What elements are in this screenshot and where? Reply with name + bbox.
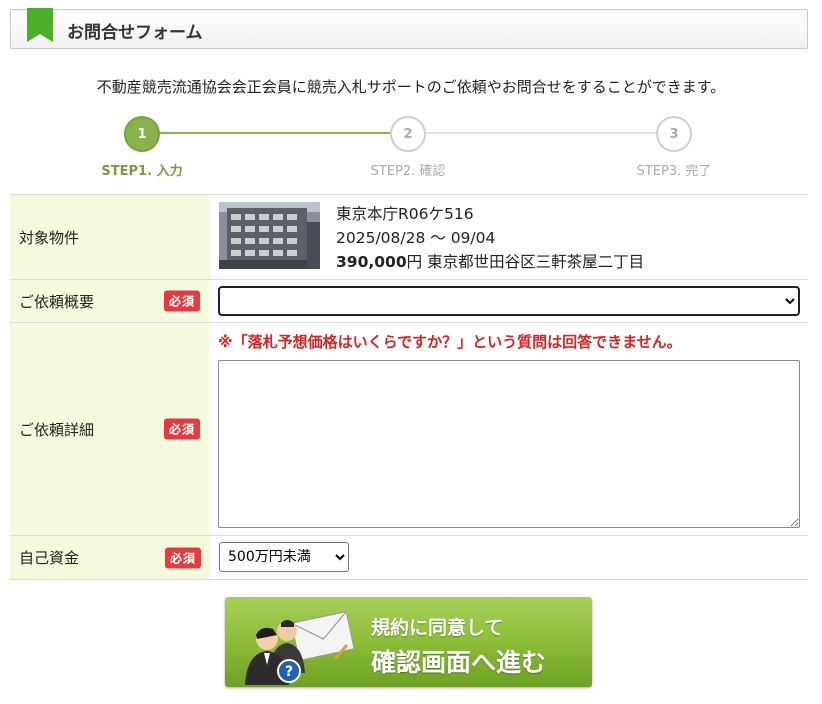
agree-and-confirm-button[interactable]: ? 規約に同意して 確認画面へ進む — [225, 597, 592, 687]
detail-value: ※「落札予想価格はいくらですか？」という質問は回答できません。 — [209, 323, 808, 535]
business-people-mail-icon: ? — [245, 611, 355, 685]
property-label-text: 対象物件 — [19, 228, 80, 247]
summary-label: ご依頼概要 必須 — [10, 280, 209, 322]
intro-text: 不動産競売流通協会会正会員に競売入札サポートのご依頼やお問合せをすることができま… — [96, 78, 726, 96]
funds-row: 自己資金 必須 500万円未満 — [10, 536, 808, 580]
funds-value: 500万円未満 — [210, 536, 808, 579]
property-price-line: 390,000円 東京都世田谷区三軒茶屋二丁目 — [336, 250, 644, 274]
step-connector-done — [143, 132, 408, 134]
summary-value — [209, 280, 808, 322]
property-price: 390,000 — [336, 253, 407, 271]
required-badge: 必須 — [163, 418, 200, 440]
submit-line-2: 確認画面へ進む — [371, 648, 547, 677]
step-3-label: STEP3. 完了 — [636, 164, 712, 179]
submit-line-1: 規約に同意して — [371, 617, 504, 639]
form-title: お問合せフォーム — [67, 23, 203, 43]
summary-label-text: ご依頼概要 — [19, 292, 95, 311]
bookmark-ribbon-icon — [27, 8, 53, 42]
step-1-circle: 1 — [124, 116, 160, 152]
required-badge: 必須 — [163, 290, 200, 312]
form-header: お問合せフォーム — [10, 8, 808, 49]
detail-label: ご依頼詳細 必須 — [10, 323, 209, 535]
property-label: 対象物件 — [10, 195, 210, 279]
summary-select[interactable] — [218, 286, 800, 316]
funds-label: 自己資金 必須 — [10, 536, 210, 579]
property-period: 2025/08/28 〜 09/04 — [336, 229, 496, 247]
property-address: 東京都世田谷区三軒茶屋二丁目 — [427, 253, 645, 271]
property-price-unit: 円 — [406, 253, 423, 271]
property-photo — [219, 202, 320, 269]
property-value: 東京本庁R06ケ516 2025/08/28 〜 09/04 390,000円 … — [210, 195, 808, 279]
funds-label-text: 自己資金 — [19, 549, 80, 567]
summary-row: ご依頼概要 必須 — [10, 280, 808, 323]
step-3-circle: 3 — [656, 116, 692, 152]
step-2-label: STEP2. 確認 — [370, 164, 446, 179]
step-2-circle: 2 — [390, 116, 426, 152]
step-connector-pending — [408, 132, 674, 134]
detail-textarea[interactable] — [218, 360, 800, 528]
step-indicator: 1 2 3 STEP1. 入力 STEP2. 確認 STEP3. 完了 — [0, 114, 822, 184]
property-name: 東京本庁R06ケ516 — [336, 205, 474, 223]
detail-label-text: ご依頼詳細 — [19, 420, 95, 439]
detail-warning: ※「落札予想価格はいくらですか？」という質問は回答できません。 — [218, 333, 682, 351]
svg-text:?: ? — [285, 664, 293, 680]
property-row: 対象物件 東京本庁R06ケ516 2025/08/28 〜 09/04 390,… — [10, 195, 808, 280]
property-details: 東京本庁R06ケ516 2025/08/28 〜 09/04 390,000円 … — [336, 202, 644, 274]
funds-select[interactable]: 500万円未満 — [219, 542, 349, 572]
property-card: 東京本庁R06ケ516 2025/08/28 〜 09/04 390,000円 … — [219, 202, 800, 274]
inquiry-form: 対象物件 東京本庁R06ケ516 2025/08/28 〜 09/04 390,… — [10, 194, 808, 580]
detail-row: ご依頼詳細 必須 ※「落札予想価格はいくらですか？」という質問は回答できません。 — [10, 323, 808, 536]
step-1-label: STEP1. 入力 — [101, 164, 183, 179]
required-badge: 必須 — [164, 547, 201, 568]
